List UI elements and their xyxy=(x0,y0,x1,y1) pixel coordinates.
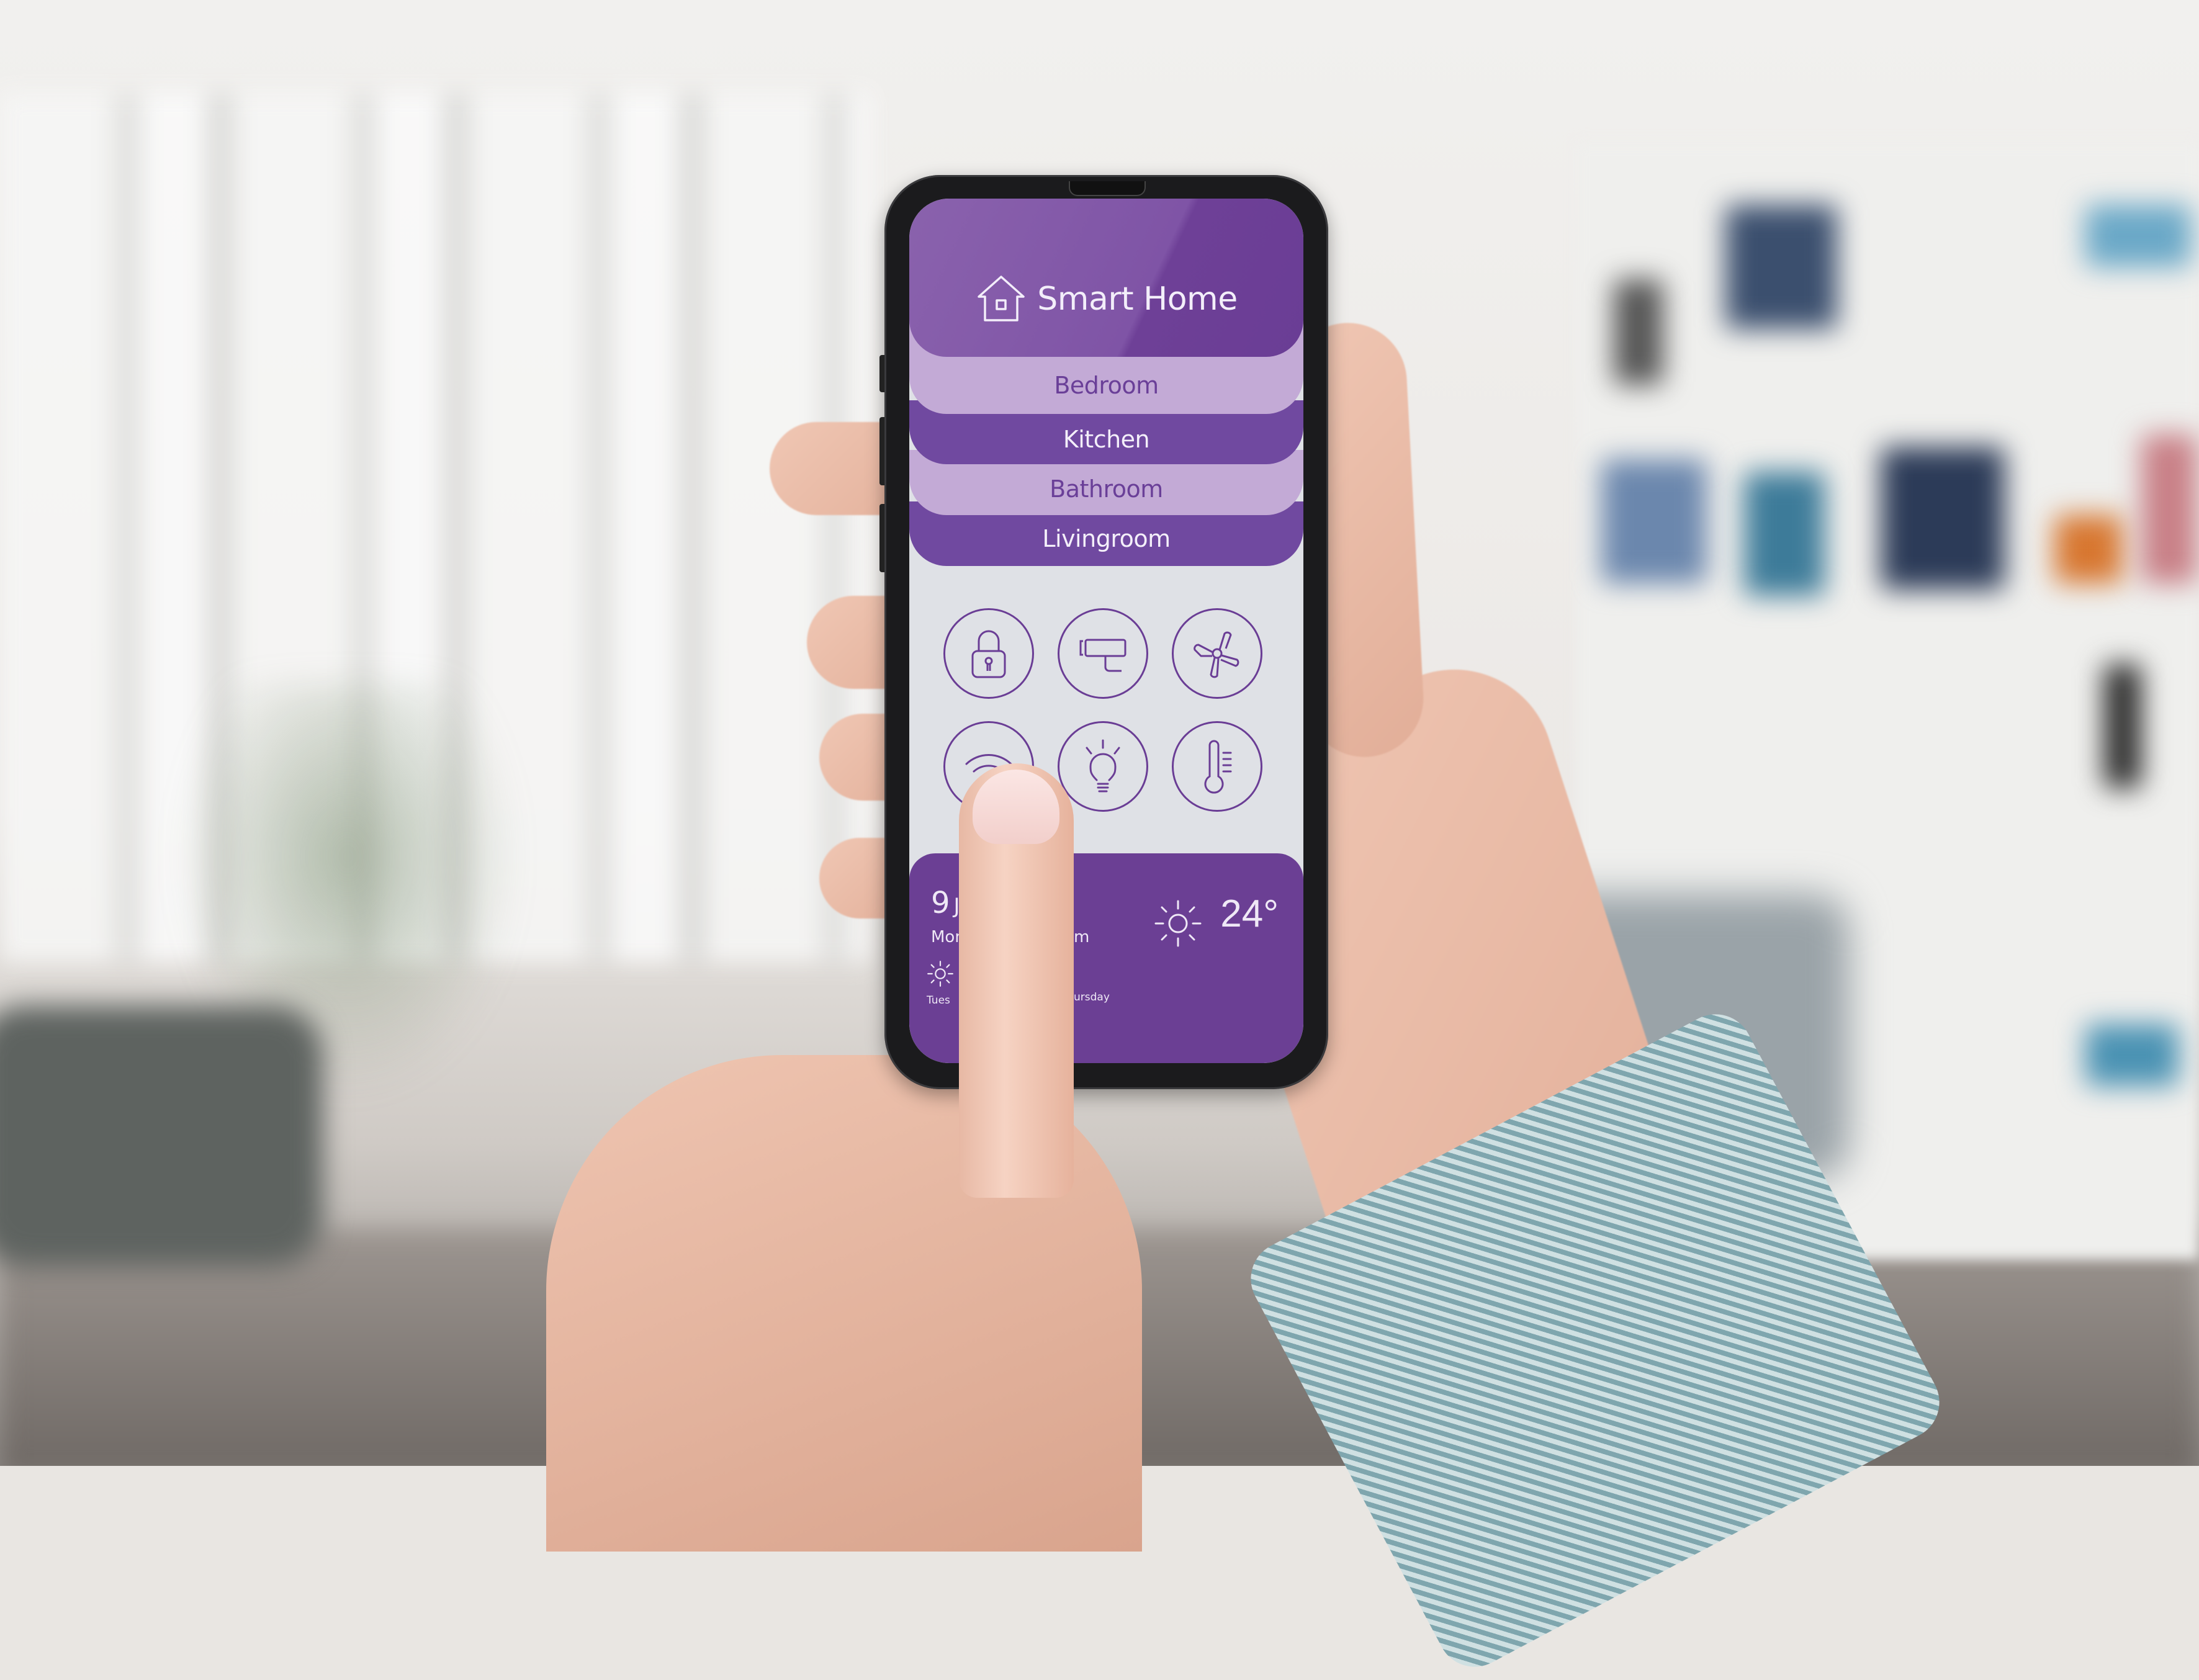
forecast-label: ursday xyxy=(1074,991,1110,1004)
app-title: Smart Home xyxy=(1037,281,1238,318)
security-camera-button[interactable] xyxy=(1058,608,1148,699)
forecast-day: Tues xyxy=(927,960,954,1007)
fan-icon xyxy=(1194,631,1239,678)
shelf-item xyxy=(2054,515,2123,583)
sun-icon xyxy=(927,961,953,987)
date-day: 9 xyxy=(931,886,950,920)
shelf-item xyxy=(1614,279,1663,385)
shelf-item xyxy=(2085,1024,2179,1086)
phone-speaker-notch xyxy=(1069,181,1146,196)
forecast-day: ursday xyxy=(1074,960,1110,1004)
lock-button[interactable] xyxy=(943,608,1034,699)
current-temperature: 24° xyxy=(1220,892,1279,935)
armchair xyxy=(0,1005,323,1266)
shelf-item xyxy=(2141,434,2197,583)
index-finger xyxy=(959,763,1074,1198)
shelf-item xyxy=(2085,205,2191,267)
phone-side-button xyxy=(879,355,884,392)
sun-icon xyxy=(1154,900,1202,947)
house-icon xyxy=(975,272,1027,326)
thermometer-icon xyxy=(1204,740,1232,794)
shelf-item xyxy=(1601,459,1707,583)
title-row: Smart Home xyxy=(909,272,1303,326)
room-tab-label: Livingroom xyxy=(1042,525,1171,552)
room-tab-label: Bedroom xyxy=(1054,372,1159,399)
room-tab-label: Kitchen xyxy=(1063,426,1150,453)
phone-side-button xyxy=(879,504,884,572)
app-header: Smart Home xyxy=(909,199,1303,357)
shelf-item xyxy=(1725,205,1837,329)
time: m xyxy=(1074,928,1090,946)
camera-icon xyxy=(1079,639,1126,672)
forecast-label: Tues xyxy=(927,994,950,1007)
temperature-button[interactable] xyxy=(1172,721,1262,812)
lightbulb-icon xyxy=(1086,739,1120,793)
shelf-item xyxy=(2104,664,2141,788)
shelf-item xyxy=(1881,447,2005,590)
smartphone: Smart Home Bedroom Kitchen Bathroom Livi… xyxy=(879,175,1328,1089)
room-tab-label: Bathroom xyxy=(1050,475,1163,503)
padlock-icon xyxy=(971,630,1006,678)
phone-side-button xyxy=(879,417,884,485)
shelf-item xyxy=(1744,472,1825,596)
fan-button[interactable] xyxy=(1172,608,1262,699)
light-button[interactable] xyxy=(1058,721,1148,812)
fingernail xyxy=(973,770,1059,844)
